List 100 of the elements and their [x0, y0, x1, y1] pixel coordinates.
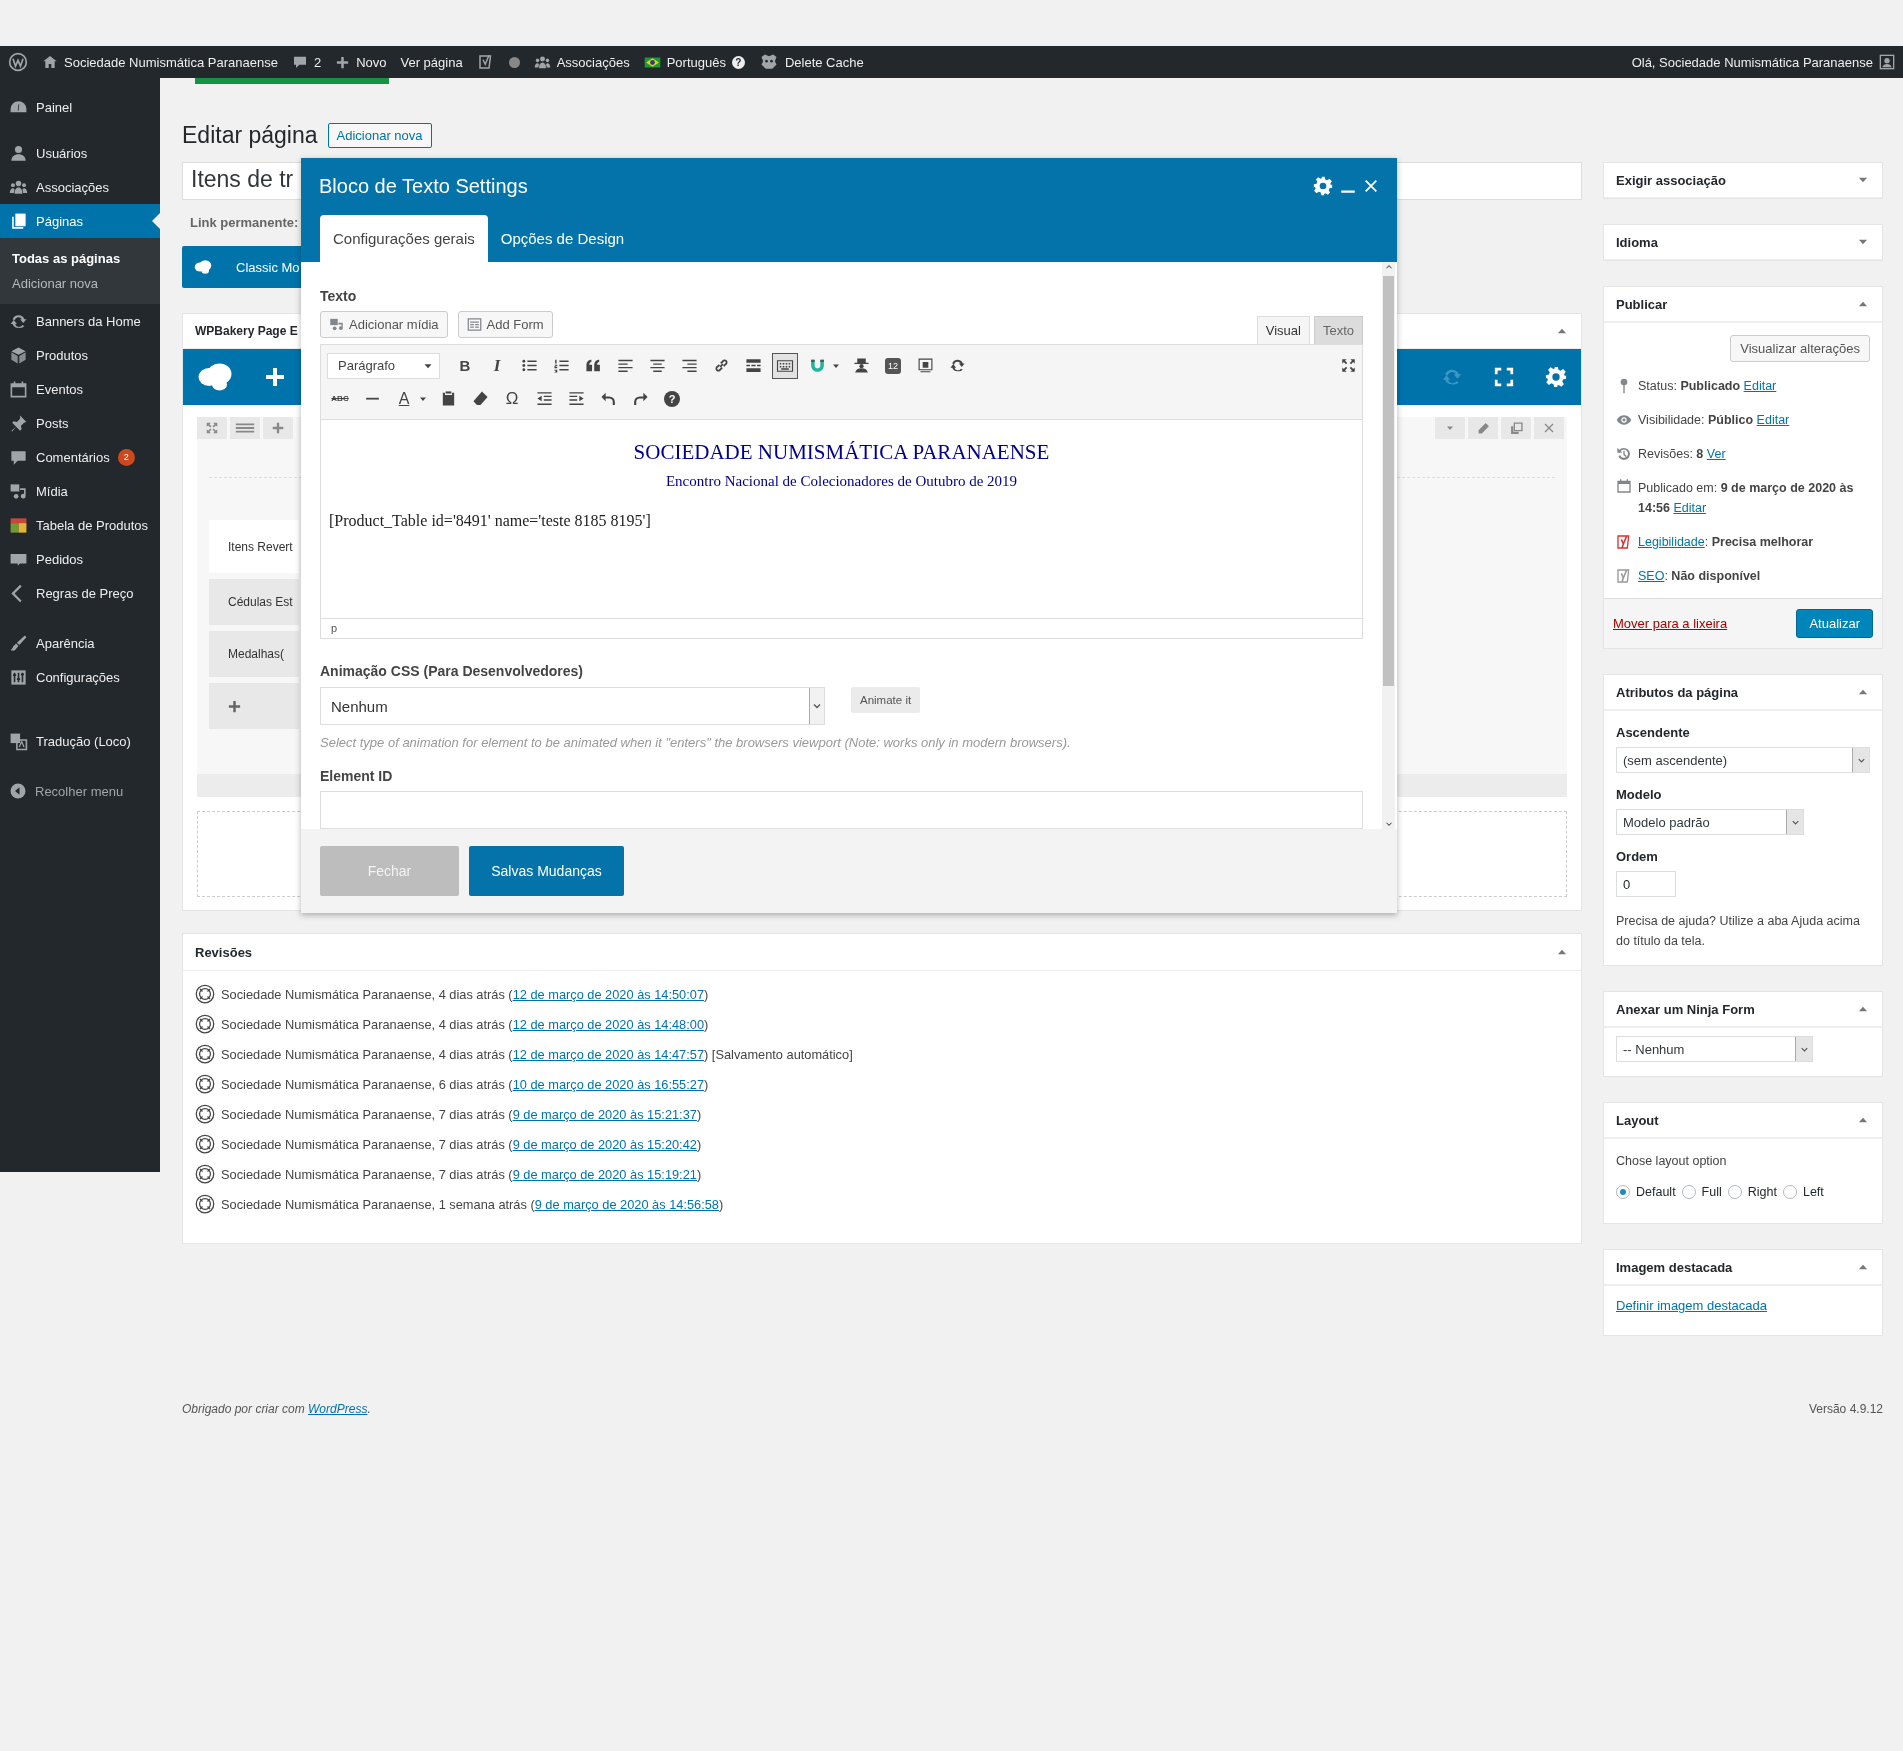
- save-button[interactable]: Salvas Mudanças: [469, 846, 624, 896]
- trash-link[interactable]: Mover para a lixeira: [1613, 616, 1728, 631]
- builder-tab[interactable]: Cédulas Est: [209, 579, 299, 625]
- delete-button[interactable]: [1534, 417, 1564, 439]
- frame-icon[interactable]: [916, 357, 934, 374]
- add-media-button[interactable]: Adicionar mídia: [320, 311, 448, 338]
- bullet-list-icon[interactable]: [520, 357, 538, 374]
- fullscreen-icon[interactable]: [1341, 358, 1356, 373]
- radio-button[interactable]: [1727, 1185, 1742, 1199]
- radio-button[interactable]: [1681, 1185, 1696, 1199]
- bold-button[interactable]: B: [452, 357, 478, 374]
- move-button[interactable]: [197, 417, 227, 439]
- add-new-button[interactable]: Adicionar nova: [327, 123, 432, 148]
- site-link[interactable]: Sociedade Numismática Paranaense: [42, 54, 278, 70]
- magnet-icon[interactable]: [808, 357, 826, 374]
- edit-link[interactable]: Ver: [1706, 447, 1726, 461]
- revision-link[interactable]: 9 de março de 2020 às 15:21:37: [512, 1106, 697, 1122]
- menu-item[interactable]: Aparência: [0, 626, 160, 660]
- animate-button[interactable]: Animate it: [851, 687, 921, 713]
- copy-button[interactable]: [1501, 417, 1531, 439]
- menu-item[interactable]: Páginas: [0, 204, 160, 238]
- revision-link[interactable]: 12 de março de 2020 às 14:48:00: [512, 1016, 705, 1032]
- new-link[interactable]: Novo: [335, 54, 387, 70]
- view-page-link[interactable]: Ver página: [400, 54, 463, 70]
- read-more-icon[interactable]: [744, 357, 762, 374]
- cache-link[interactable]: Delete Cache: [758, 52, 864, 72]
- edit-link[interactable]: Editar: [1756, 413, 1790, 427]
- menu-item[interactable]: Mídia: [0, 474, 160, 508]
- revision-link[interactable]: 9 de março de 2020 às 15:19:21: [512, 1166, 697, 1182]
- radio-button[interactable]: [1616, 1185, 1630, 1199]
- dialog-tab[interactable]: Configurações gerais: [320, 215, 488, 262]
- numbered-list-icon[interactable]: [552, 357, 570, 374]
- close-icon[interactable]: [1363, 178, 1379, 194]
- preview-button[interactable]: Visualizar alterações: [1730, 335, 1870, 362]
- settings-icon[interactable]: [1545, 366, 1567, 388]
- plus-icon[interactable]: [263, 365, 287, 389]
- logo-icon[interactable]: [8, 52, 28, 72]
- update-button[interactable]: Atualizar: [1796, 609, 1873, 638]
- associations-link[interactable]: Associações: [533, 53, 630, 71]
- menu-item[interactable]: Configurações: [0, 660, 160, 694]
- fullscreen-icon[interactable]: [1493, 366, 1515, 388]
- edit-button[interactable]: [1468, 417, 1498, 439]
- element-id-field[interactable]: [320, 791, 1363, 829]
- special-character-button[interactable]: Ω: [499, 388, 525, 409]
- submenu-item[interactable]: Adicionar nova: [0, 271, 160, 296]
- editor-tab[interactable]: Visual: [1256, 316, 1310, 344]
- text-color-button[interactable]: A: [391, 389, 417, 408]
- revision-link[interactable]: 12 de março de 2020 às 14:47:57: [512, 1046, 705, 1062]
- counter-icon[interactable]: 12: [885, 357, 901, 374]
- revision-link[interactable]: 10 de março de 2020 às 16:55:27: [512, 1076, 705, 1092]
- parent-select[interactable]: (sem ascendente): [1616, 747, 1870, 773]
- align-right-icon[interactable]: [680, 357, 698, 374]
- revision-link[interactable]: 12 de março de 2020 às 14:50:07: [512, 986, 705, 1002]
- submenu-item[interactable]: Todas as páginas: [0, 246, 160, 271]
- form-select[interactable]: -- Nenhum: [1616, 1036, 1813, 1062]
- menu-item[interactable]: Eventos: [0, 372, 160, 406]
- menu-item[interactable]: Produtos: [0, 338, 160, 372]
- featured-image-link[interactable]: Definir imagem destacada: [1616, 1298, 1768, 1313]
- template-select[interactable]: Modelo padrão: [1616, 809, 1804, 835]
- indent-icon[interactable]: [567, 390, 585, 407]
- quote-icon[interactable]: [584, 357, 602, 374]
- language-link[interactable]: Português ?: [643, 53, 745, 71]
- italic-button[interactable]: I: [484, 355, 510, 376]
- analysis-link[interactable]: Legibilidade: [1638, 535, 1705, 549]
- scrollbar[interactable]: [1382, 262, 1395, 829]
- menu-item[interactable]: Comentários 2: [0, 440, 160, 474]
- menu-item[interactable]: Painel: [0, 90, 160, 124]
- comments-link[interactable]: 2: [291, 54, 322, 70]
- drag-handle[interactable]: [230, 417, 260, 439]
- editor-tab[interactable]: Texto: [1313, 316, 1363, 344]
- animation-select[interactable]: Nenhum: [320, 687, 825, 725]
- outdent-icon[interactable]: [535, 390, 553, 407]
- dialog-tab[interactable]: Opções de Design: [487, 215, 638, 262]
- builder-tab[interactable]: Itens Revert: [209, 520, 299, 573]
- add-button[interactable]: [263, 417, 293, 439]
- menu-item[interactable]: Usuários: [0, 136, 160, 170]
- strikethrough-button[interactable]: ABC: [327, 394, 353, 403]
- menu-item[interactable]: Associações: [0, 170, 160, 204]
- toolbar-toggle-button[interactable]: [772, 352, 798, 379]
- align-left-icon[interactable]: [616, 357, 634, 374]
- menu-item[interactable]: Posts: [0, 406, 160, 440]
- settings-icon[interactable]: [1313, 176, 1333, 196]
- refresh-icon[interactable]: [948, 357, 966, 374]
- edit-link[interactable]: Editar: [1673, 501, 1707, 515]
- hat-figure-icon[interactable]: [852, 357, 870, 374]
- edit-link[interactable]: Editar: [1743, 379, 1777, 393]
- toggle-button[interactable]: [1435, 417, 1465, 439]
- revision-link[interactable]: 9 de março de 2020 às 15:20:42: [512, 1136, 697, 1152]
- menu-item[interactable]: Banners da Home: [0, 304, 160, 338]
- menu-item[interactable]: Regras de Preço: [0, 576, 160, 610]
- builder-tab[interactable]: Medalhas(: [209, 631, 299, 677]
- order-field[interactable]: 0: [1616, 871, 1676, 897]
- add-form-button[interactable]: Add Form: [457, 311, 553, 338]
- undo-icon[interactable]: [599, 390, 617, 407]
- align-center-icon[interactable]: [648, 357, 666, 374]
- menu-item[interactable]: Tradução (Loco): [0, 724, 160, 758]
- redo-icon[interactable]: [631, 390, 649, 407]
- collapse-menu-button[interactable]: Recolher menu: [0, 774, 160, 808]
- menu-item[interactable]: Tabela de Produtos: [0, 508, 160, 542]
- format-select[interactable]: Parágrafo: [327, 352, 440, 379]
